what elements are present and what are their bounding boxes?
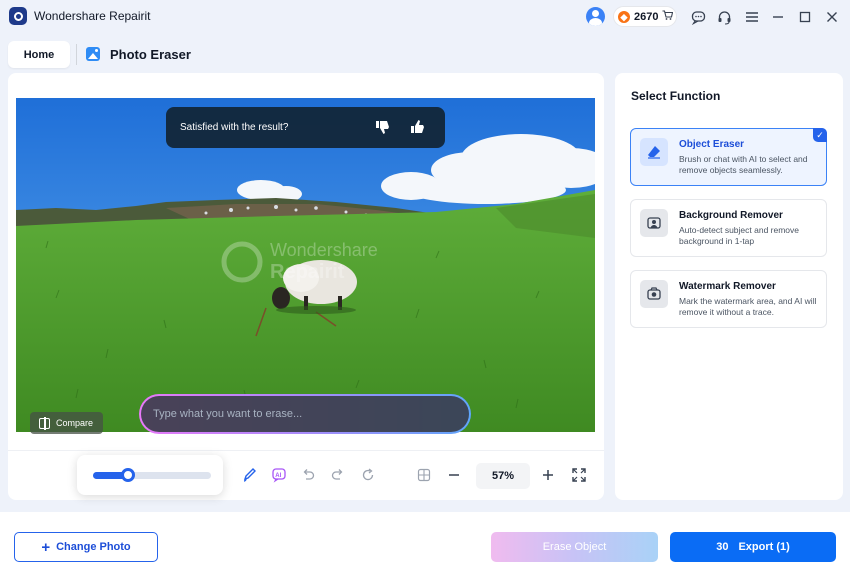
zoom-out-icon[interactable] bbox=[445, 466, 463, 484]
function-card-watermark-remover[interactable]: Watermark Remover Mark the watermark are… bbox=[630, 270, 827, 328]
watermark-remover-icon bbox=[640, 280, 668, 308]
cart-icon bbox=[662, 10, 674, 23]
feedback-text: Satisfied with the result? bbox=[180, 122, 289, 133]
erase-prompt-inner bbox=[141, 396, 469, 432]
selected-check-icon: ✓ bbox=[813, 128, 827, 142]
app-logo-icon bbox=[9, 7, 27, 25]
brush-size-handle[interactable] bbox=[121, 468, 136, 482]
app-title: Wondershare Repairit bbox=[34, 9, 151, 23]
minimize-icon[interactable] bbox=[769, 8, 787, 26]
watermark-line1: Wondershare bbox=[270, 240, 378, 260]
undo-icon[interactable] bbox=[299, 466, 317, 484]
watermark-line2: Repairit bbox=[270, 261, 345, 283]
function-card-title: Background Remover bbox=[679, 210, 783, 221]
function-card-desc: Brush or chat with AI to select and remo… bbox=[679, 154, 808, 175]
zoom-level[interactable]: 57% bbox=[476, 463, 530, 489]
eraser-icon bbox=[640, 138, 668, 166]
tab-home[interactable]: Home bbox=[8, 41, 70, 68]
page-title: Photo Eraser bbox=[110, 47, 191, 62]
compare-icon bbox=[39, 416, 50, 430]
erase-prompt-box bbox=[139, 394, 471, 434]
compare-button[interactable]: Compare bbox=[30, 412, 103, 434]
compare-label: Compare bbox=[56, 418, 94, 428]
menu-icon[interactable] bbox=[743, 8, 761, 26]
user-avatar-icon[interactable] bbox=[586, 7, 605, 26]
message-icon[interactable] bbox=[689, 8, 707, 26]
function-card-desc: Auto-detect subject and remove backgroun… bbox=[679, 225, 800, 246]
credits-badge[interactable]: ◆ 2670 bbox=[613, 6, 677, 27]
function-card-title: Watermark Remover bbox=[679, 281, 776, 292]
function-card-title: Object Eraser bbox=[679, 139, 745, 150]
svg-text:AI: AI bbox=[275, 473, 281, 479]
thumbs-up-icon[interactable] bbox=[409, 118, 427, 136]
change-photo-button[interactable]: + Change Photo bbox=[14, 532, 158, 562]
fullscreen-icon[interactable] bbox=[570, 466, 588, 484]
export-button[interactable]: 30 Export (1) bbox=[670, 532, 836, 562]
redo-icon[interactable] bbox=[329, 466, 347, 484]
function-card-desc: Mark the watermark area, and AI will rem… bbox=[679, 296, 817, 317]
export-count: 30 bbox=[716, 541, 729, 553]
export-label: Export (1) bbox=[738, 541, 790, 553]
maximize-icon[interactable] bbox=[796, 8, 814, 26]
function-card-background-remover[interactable]: Background Remover Auto-detect subject a… bbox=[630, 199, 827, 257]
brush-size-slider[interactable] bbox=[93, 468, 211, 482]
change-photo-label: Change Photo bbox=[56, 541, 131, 553]
function-card-object-eraser[interactable]: Object Eraser Brush or chat with AI to s… bbox=[630, 128, 827, 186]
close-icon[interactable] bbox=[823, 8, 841, 26]
thumbs-down-icon[interactable] bbox=[374, 118, 392, 136]
erase-object-button[interactable]: Erase Object bbox=[491, 532, 658, 562]
reset-icon[interactable] bbox=[359, 466, 377, 484]
feedback-bar: Satisfied with the result? bbox=[166, 107, 445, 148]
photo-eraser-icon bbox=[86, 47, 100, 61]
split-view-icon[interactable] bbox=[415, 466, 433, 484]
brush-size-popover bbox=[77, 455, 223, 495]
zoom-in-icon[interactable] bbox=[539, 466, 557, 484]
credits-count: 2670 bbox=[634, 10, 659, 23]
plus-icon: + bbox=[41, 538, 51, 556]
ai-chat-icon[interactable]: AI bbox=[270, 466, 288, 484]
headset-icon[interactable] bbox=[715, 8, 733, 26]
photo-canvas[interactable]: Wondershare Repairit bbox=[16, 98, 595, 432]
tab-divider bbox=[76, 44, 77, 65]
toolbar-divider bbox=[8, 450, 604, 451]
background-remover-icon bbox=[640, 209, 668, 237]
erase-prompt-input[interactable] bbox=[153, 408, 453, 420]
function-panel-title: Select Function bbox=[631, 89, 721, 103]
coin-icon: ◆ bbox=[618, 10, 630, 23]
brush-icon[interactable] bbox=[240, 466, 258, 484]
